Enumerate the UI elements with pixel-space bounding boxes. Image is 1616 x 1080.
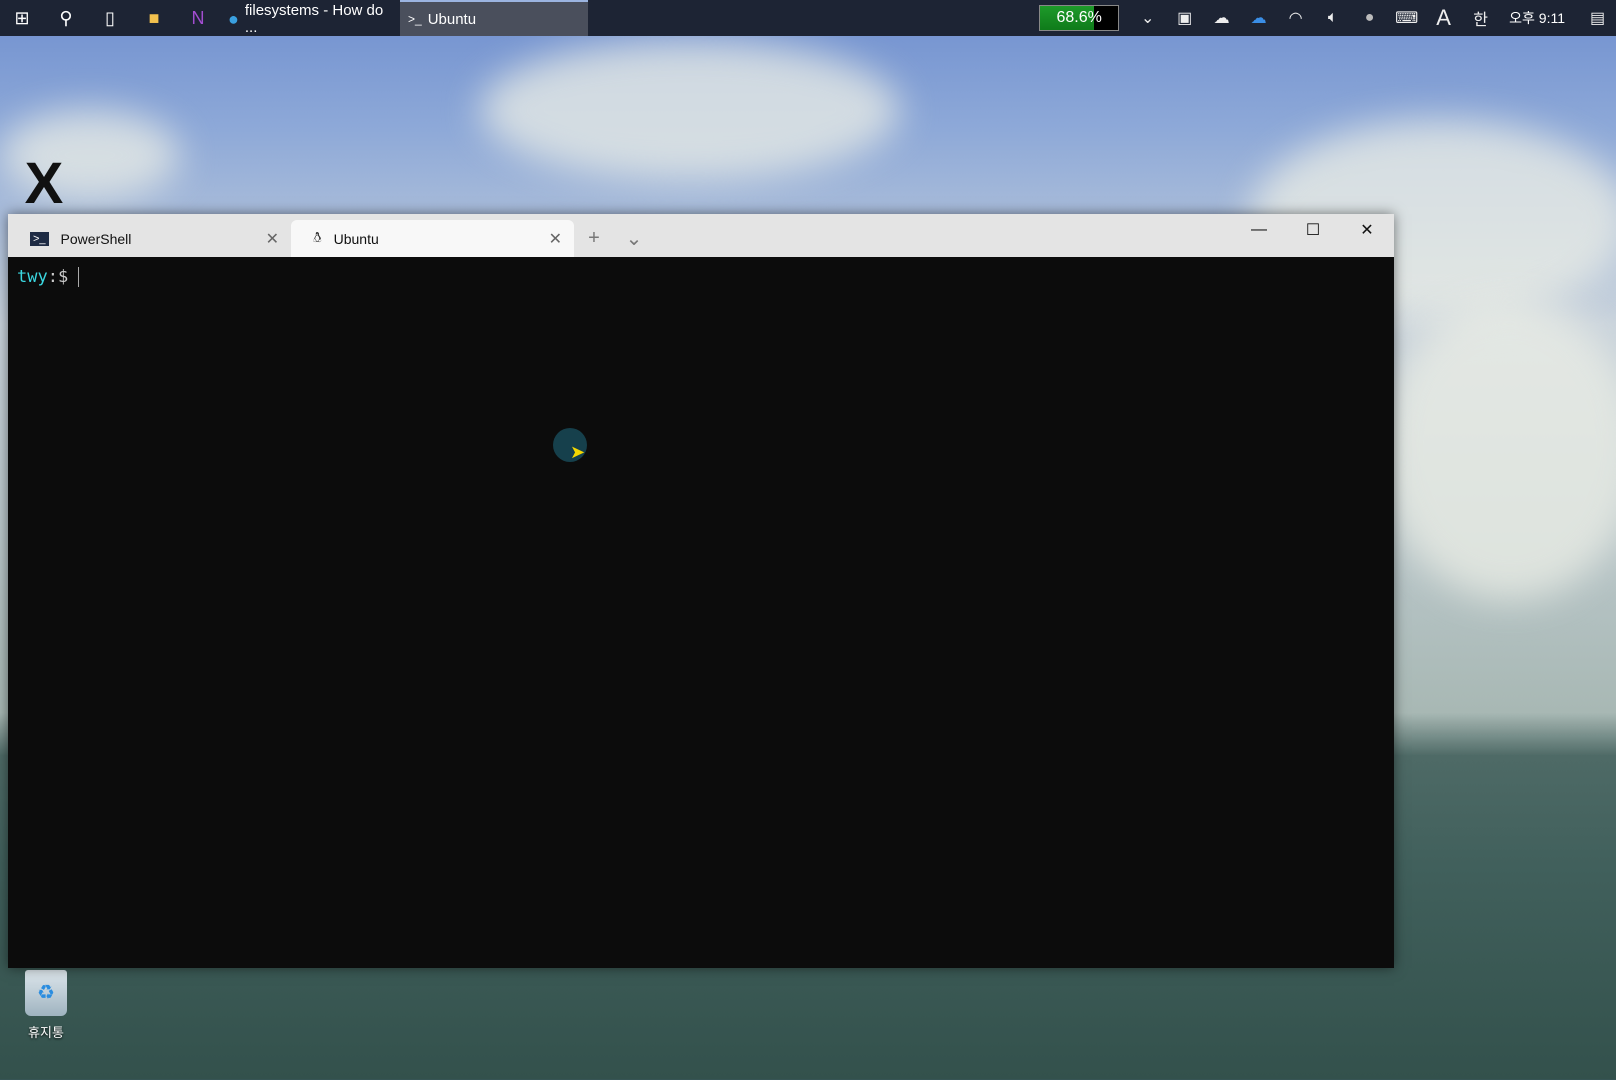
close-tab-icon[interactable]: ✕ [266,229,279,249]
edge-icon: ● [228,8,239,29]
onedrive-sync-icon[interactable]: ☁ [1240,8,1277,28]
tab-dropdown-button[interactable]: ⌄ [614,220,654,257]
keyboard-icon[interactable]: ⌨ [1388,8,1425,28]
powershell-icon: >_ [30,231,49,246]
notification-icon[interactable]: ▤ [1579,8,1616,28]
circle-icon[interactable]: ● [1351,9,1388,27]
maximize-button[interactable]: ☐ [1286,214,1340,246]
chevron-down-icon[interactable]: ⌄ [1129,8,1166,28]
file-explorer-icon[interactable]: ■ [132,0,176,36]
tab-ubuntu[interactable]: 🐧︎ Ubuntu ✕ [291,220,574,257]
minimize-button[interactable]: — [1232,214,1286,246]
volume-icon[interactable]: 🔈︎ [1314,9,1351,27]
close-tab-icon[interactable]: ✕ [549,229,562,249]
ime-mode-icon[interactable]: 한 [1462,6,1499,30]
onenote-icon[interactable]: N [176,0,220,36]
prompt-user: twy [17,267,48,287]
onedrive-icon[interactable]: ☁ [1203,8,1240,28]
task-view-icon[interactable]: ▯ [88,0,132,36]
system-tray: 68.6% ⌄ ▣ ☁ ☁ ◠ 🔈︎ ● ⌨ A 한 오후 9:11 ▤ [1039,0,1616,36]
text-cursor [78,267,80,287]
tab-powershell[interactable]: >_ PowerShell ✕ [8,220,291,257]
clock[interactable]: 오후 9:11 [1509,8,1565,28]
recycle-bin[interactable]: ♻ 휴지통 [14,970,78,1041]
close-window-button[interactable]: ✕ [1340,214,1394,246]
new-tab-button[interactable]: + [574,220,614,257]
mouse-cursor-icon: ➤ [570,442,586,462]
prompt-symbol: :$ [47,267,69,287]
terminal-window: >_ PowerShell ✕ 🐧︎ Ubuntu ✕ + ⌄ — ☐ ✕ tw… [8,214,1394,968]
taskbar-app-edge[interactable]: ● filesystems - How do ... [220,0,400,36]
kakaotalk-icon[interactable]: ▣ [1166,8,1203,28]
terminal-area[interactable]: twy:$ [8,257,1394,968]
xming-shortcut[interactable]: X [14,150,74,216]
font-mode-icon[interactable]: A [1425,5,1462,31]
wifi-icon[interactable]: ◠ [1277,8,1314,28]
tab-bar: >_ PowerShell ✕ 🐧︎ Ubuntu ✕ + ⌄ — ☐ ✕ [8,214,1394,257]
recycle-bin-icon: ♻ [25,970,67,1016]
tux-icon: 🐧︎ [313,229,322,245]
windows-start-icon[interactable]: ⊞ [0,0,44,36]
taskbar: ⊞ ⚲ ▯ ■ N ● filesystems - How do ... >_ … [0,0,1616,36]
taskbar-app-ubuntu[interactable]: >_ Ubuntu [400,0,588,36]
battery-indicator[interactable]: 68.6% [1039,5,1120,31]
search-icon[interactable]: ⚲ [44,0,88,36]
terminal-icon: >_ [408,12,422,26]
